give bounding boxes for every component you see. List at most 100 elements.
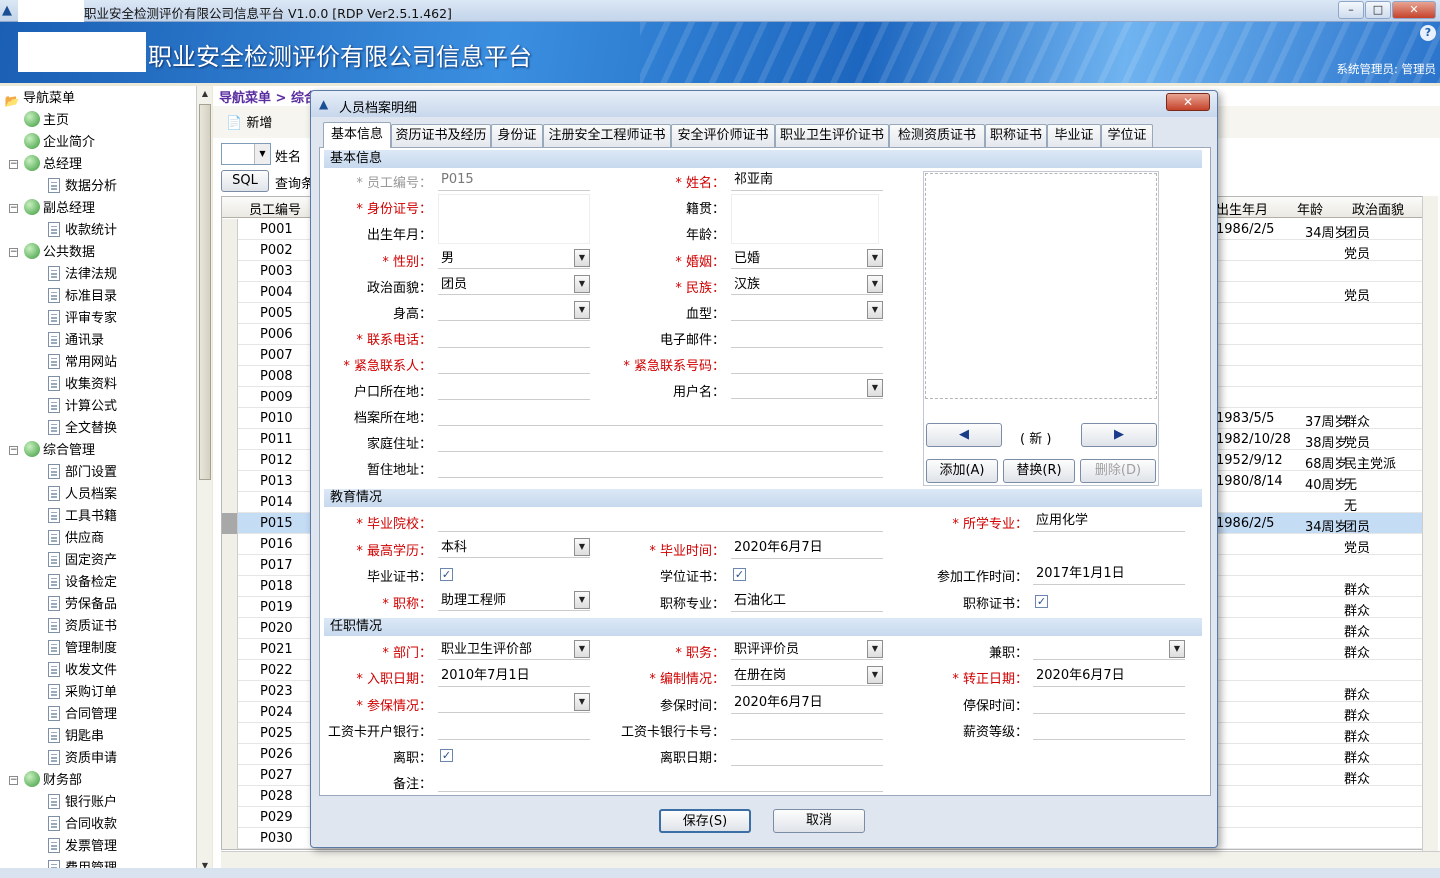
gender-select[interactable]: 男 ▼ <box>438 248 590 269</box>
tab-2[interactable]: 身份证 <box>491 124 543 147</box>
height-select[interactable]: ▼ <box>438 300 590 321</box>
tab-6[interactable]: 检测资质证书 <box>889 124 985 147</box>
title-select[interactable]: 助理工程师 ▼ <box>438 590 590 611</box>
emp-no-field[interactable]: P015 <box>438 169 590 191</box>
scroll-up-icon[interactable]: ▲ <box>197 86 213 102</box>
work-start-field[interactable]: 2017年1月1日 <box>1033 563 1185 585</box>
grad-cert-checkbox[interactable]: ✓ <box>440 568 453 581</box>
nav-item[interactable]: 管理制度 <box>46 638 117 660</box>
native-place-field[interactable] <box>731 194 879 244</box>
photo-frame[interactable] <box>925 173 1157 399</box>
row-header[interactable] <box>222 492 238 513</box>
chevron-down-icon[interactable]: ▼ <box>574 693 590 711</box>
row-header[interactable] <box>222 807 238 828</box>
tab-7[interactable]: 职称证书 <box>985 124 1047 147</box>
row-header[interactable] <box>222 618 238 639</box>
home-address-field[interactable] <box>438 430 883 452</box>
nav-item[interactable]: 评审专家 <box>46 308 117 330</box>
chevron-down-icon[interactable]: ▼ <box>867 275 883 293</box>
dialog-close-button[interactable]: ✕ <box>1166 93 1210 111</box>
row-header[interactable] <box>222 555 238 576</box>
nav-item[interactable]: 常用网站 <box>46 352 117 374</box>
row-header[interactable] <box>222 345 238 366</box>
degree-select[interactable]: 本科 ▼ <box>438 537 590 558</box>
nav-item[interactable]: 发票管理 <box>46 836 117 858</box>
marriage-select[interactable]: 已婚 ▼ <box>731 248 883 269</box>
column-header-birth[interactable]: 出生年月 <box>1216 199 1268 218</box>
chevron-down-icon[interactable]: ▼ <box>867 666 883 684</box>
tab-0[interactable]: 基本信息 <box>323 122 391 148</box>
help-icon[interactable]: ? <box>1420 25 1436 41</box>
parttime-select[interactable]: ▼ <box>1033 639 1185 660</box>
nav-item[interactable]: 资质申请 <box>46 748 117 770</box>
collapse-icon[interactable]: − <box>9 776 18 785</box>
row-header[interactable] <box>222 744 238 765</box>
nav-item[interactable]: 合同收款 <box>46 814 117 836</box>
school-field[interactable] <box>438 510 883 532</box>
chevron-down-icon[interactable]: ▼ <box>1169 640 1185 658</box>
title-cert-checkbox[interactable]: ✓ <box>1035 595 1048 608</box>
nav-item[interactable]: 合同管理 <box>46 704 117 726</box>
nav-item[interactable]: 企业简介 <box>24 132 95 154</box>
bank-field[interactable] <box>438 718 590 740</box>
cancel-button[interactable]: 取消 <box>773 809 865 833</box>
query-button[interactable]: 查询条 <box>275 173 314 192</box>
nav-item[interactable]: 供应商 <box>46 528 104 550</box>
tab-3[interactable]: 注册安全工程师证书 <box>543 124 671 147</box>
card-field[interactable] <box>731 718 883 740</box>
title-major-field[interactable]: 石油化工 <box>731 590 883 612</box>
nav-item[interactable]: 钥匙串 <box>46 726 104 748</box>
insure-select[interactable]: ▼ <box>438 692 590 713</box>
chevron-down-icon[interactable]: ▼ <box>574 249 590 267</box>
collapse-icon[interactable]: − <box>9 160 18 169</box>
stop-insure-field[interactable] <box>1033 692 1185 714</box>
nav-item[interactable]: 标准目录 <box>46 286 117 308</box>
chevron-down-icon[interactable]: ▼ <box>867 301 883 319</box>
tab-1[interactable]: 资历证书及经历 <box>391 124 491 147</box>
hukou-field[interactable] <box>438 378 590 400</box>
nav-item[interactable]: 部门设置 <box>46 462 117 484</box>
major-field[interactable]: 应用化学 <box>1033 510 1185 532</box>
nav-item[interactable]: 资质证书 <box>46 616 117 638</box>
row-header[interactable] <box>222 723 238 744</box>
row-header[interactable] <box>222 324 238 345</box>
regular-date-field[interactable]: 2020年6月7日 <box>1033 665 1185 687</box>
row-header[interactable] <box>222 513 238 534</box>
tab-8[interactable]: 毕业证 <box>1047 124 1101 147</box>
nav-item[interactable]: 固定资产 <box>46 550 117 572</box>
grad-time-field[interactable]: 2020年6月7日 <box>731 537 883 559</box>
nav-item[interactable]: 采购订单 <box>46 682 117 704</box>
resign-checkbox[interactable]: ✓ <box>440 749 453 762</box>
row-header[interactable] <box>222 471 238 492</box>
table-vertical-scrollbar[interactable] <box>1422 196 1438 851</box>
nav-item[interactable]: 工具书籍 <box>46 506 117 528</box>
hire-date-field[interactable]: 2010年7月1日 <box>438 665 590 687</box>
phone-field[interactable] <box>438 326 590 348</box>
chevron-down-icon[interactable]: ▼ <box>574 538 590 556</box>
emergency-contact-field[interactable] <box>438 352 590 374</box>
username-select[interactable]: ▼ <box>731 378 883 399</box>
staffing-select[interactable]: 在册在岗 ▼ <box>731 665 883 686</box>
table-horizontal-scrollbar[interactable] <box>221 851 1440 868</box>
chevron-down-icon[interactable]: ▼ <box>867 640 883 658</box>
save-button[interactable]: 保存(S) <box>659 809 751 833</box>
post-select[interactable]: 职评评价员 ▼ <box>731 639 883 660</box>
nav-item[interactable]: 收款统计 <box>46 220 117 242</box>
remark-field[interactable] <box>438 770 883 792</box>
archive-field[interactable] <box>438 404 883 426</box>
replace-photo-button[interactable]: 替换(R) <box>1003 459 1075 483</box>
minimize-button[interactable]: – <box>1338 1 1364 19</box>
temp-address-field[interactable] <box>438 456 883 478</box>
nav-scrollbar[interactable]: ▲ ▼ <box>196 86 212 878</box>
blood-select[interactable]: ▼ <box>731 300 883 321</box>
column-header-age[interactable]: 年龄 <box>1297 199 1323 218</box>
nav-root[interactable]: 📂 导航菜单 <box>4 88 76 110</box>
chevron-down-icon[interactable]: ▼ <box>574 275 590 293</box>
row-header[interactable] <box>222 282 238 303</box>
row-header[interactable] <box>222 534 238 555</box>
row-header[interactable] <box>222 387 238 408</box>
email-field[interactable] <box>731 326 883 348</box>
chevron-down-icon[interactable]: ▼ <box>574 301 590 319</box>
emergency-phone-field[interactable] <box>731 352 883 374</box>
row-header[interactable] <box>222 765 238 786</box>
